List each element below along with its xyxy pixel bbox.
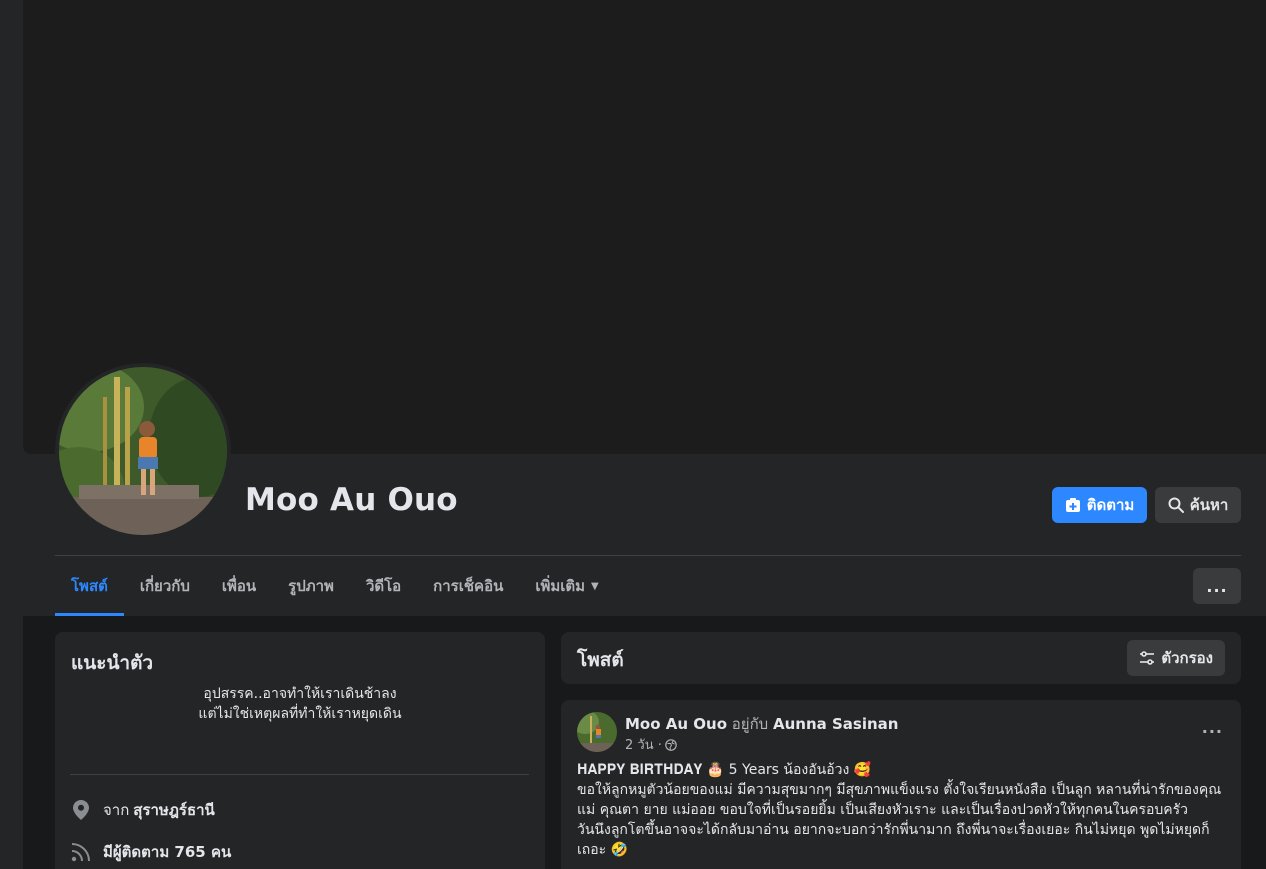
tab-checkins[interactable]: การเช็คอิน xyxy=(417,556,519,616)
post-author-line: Moo Au Ouo อยู่กับ Aunna Sasinan xyxy=(625,712,898,736)
post-timestamp[interactable]: 2 วัน · xyxy=(625,734,662,755)
post-meta: 2 วัน · xyxy=(625,734,677,755)
tab-posts[interactable]: โพสต์ xyxy=(55,556,124,616)
avatar-image xyxy=(577,712,617,752)
tab-label: เกี่ยวกับ xyxy=(139,577,190,595)
follow-button-label: ติดตาม xyxy=(1086,496,1135,514)
location-pin-icon xyxy=(71,800,91,820)
tab-label: เพื่อน xyxy=(221,577,257,595)
bio-line: แต่ไม่ใช่เหตุผลที่ทำให้เราหยุดเดิน xyxy=(198,706,402,722)
intro-divider xyxy=(70,774,529,775)
filter-button[interactable]: ตัวกรอง xyxy=(1127,640,1225,676)
profile-picture[interactable] xyxy=(55,363,231,539)
avatar-image xyxy=(59,367,227,535)
follow-button[interactable]: ติดตาม xyxy=(1052,487,1147,523)
left-edge-strip xyxy=(0,0,23,869)
bio: อุปสรรค..อาจทำให้เราเดินช้าลง แต่ไม่ใช่เ… xyxy=(55,684,545,724)
add-friend-icon xyxy=(1065,497,1081,513)
post-author-name[interactable]: Moo Au Ouo xyxy=(625,715,727,733)
post-options-button[interactable]: ... xyxy=(1202,718,1223,737)
posts-title: โพสต์ xyxy=(577,649,624,671)
post-text-line: วันนึงลูกโตขึ้นอาจจะได้กลับมาอ่าน อยากจะ… xyxy=(577,822,1210,858)
intro-card: แนะนำตัว อุปสรรค..อาจทำให้เราเดินช้าลง แ… xyxy=(55,632,545,869)
profile-tabs: โพสต์ เกี่ยวกับ เพื่อน รูปภาพ วิดีโอ การ… xyxy=(55,556,615,616)
filter-button-label: ตัวกรอง xyxy=(1161,649,1213,667)
search-button[interactable]: ค้นหา xyxy=(1155,487,1241,523)
chevron-down-icon: ▼ xyxy=(591,580,599,592)
tab-label: เพิ่มเติม xyxy=(535,577,586,595)
posts-header-card: โพสต์ ตัวกรอง xyxy=(561,632,1241,684)
rss-feed-icon xyxy=(71,842,91,862)
avatar[interactable] xyxy=(59,367,227,535)
tab-photos[interactable]: รูปภาพ xyxy=(272,556,350,616)
cover-photo[interactable] xyxy=(23,0,1266,454)
tab-label: รูปภาพ xyxy=(288,577,334,595)
more-options-icon: ... xyxy=(1206,576,1228,596)
post-text-line: ขอให้ลูกหมูตัวน้อยของแม่ มีความสุขมากๆ ม… xyxy=(577,782,1222,818)
post-author-avatar[interactable] xyxy=(577,712,617,752)
post-text: 𝐇𝐀𝐏𝐏𝐘 𝐁𝐈𝐑𝐓𝐇𝐃𝐀𝐘 🎂 5 Years น้องอันอ้วง 🥰 ข… xyxy=(577,760,1229,860)
post-card: Moo Au Ouo อยู่กับ Aunna Sasinan 2 วัน ·… xyxy=(561,700,1241,869)
tab-label: การเช็คอิน xyxy=(433,577,504,595)
tab-friends[interactable]: เพื่อน xyxy=(206,556,272,616)
info-followers: มีผู้ติดตาม 765 คน xyxy=(71,840,231,864)
filter-icon xyxy=(1139,650,1155,666)
profile-name: Moo Au Ouo xyxy=(245,482,458,518)
tab-about[interactable]: เกี่ยวกับ xyxy=(124,556,206,616)
post-options-icon: ... xyxy=(1201,718,1223,737)
info-hometown: จาก สุราษฎร์ธานี xyxy=(71,798,215,822)
globe-icon[interactable] xyxy=(665,738,677,751)
bio-line: อุปสรรค..อาจทำให้เราเดินช้าลง xyxy=(203,686,397,702)
search-button-label: ค้นหา xyxy=(1189,496,1229,514)
search-icon xyxy=(1168,497,1184,513)
post-tagged-user[interactable]: Aunna Sasinan xyxy=(773,715,898,733)
tab-more[interactable]: เพิ่มเติม ▼ xyxy=(519,556,614,616)
from-prefix: จาก xyxy=(103,801,130,819)
tab-videos[interactable]: วิดีโอ xyxy=(350,556,417,616)
more-options-button[interactable]: ... xyxy=(1193,568,1241,604)
post-text-line: 𝐇𝐀𝐏𝐏𝐘 𝐁𝐈𝐑𝐓𝐇𝐃𝐀𝐘 🎂 5 Years น้องอันอ้วง 🥰 xyxy=(577,762,872,778)
followers-link[interactable]: มีผู้ติดตาม 765 คน xyxy=(103,840,231,864)
post-with-text: อยู่กับ xyxy=(731,715,769,733)
tab-label: วิดีโอ xyxy=(365,577,402,595)
intro-title: แนะนำตัว xyxy=(71,652,154,674)
hometown-link[interactable]: สุราษฎร์ธานี xyxy=(133,798,214,822)
tab-label: โพสต์ xyxy=(71,577,108,595)
